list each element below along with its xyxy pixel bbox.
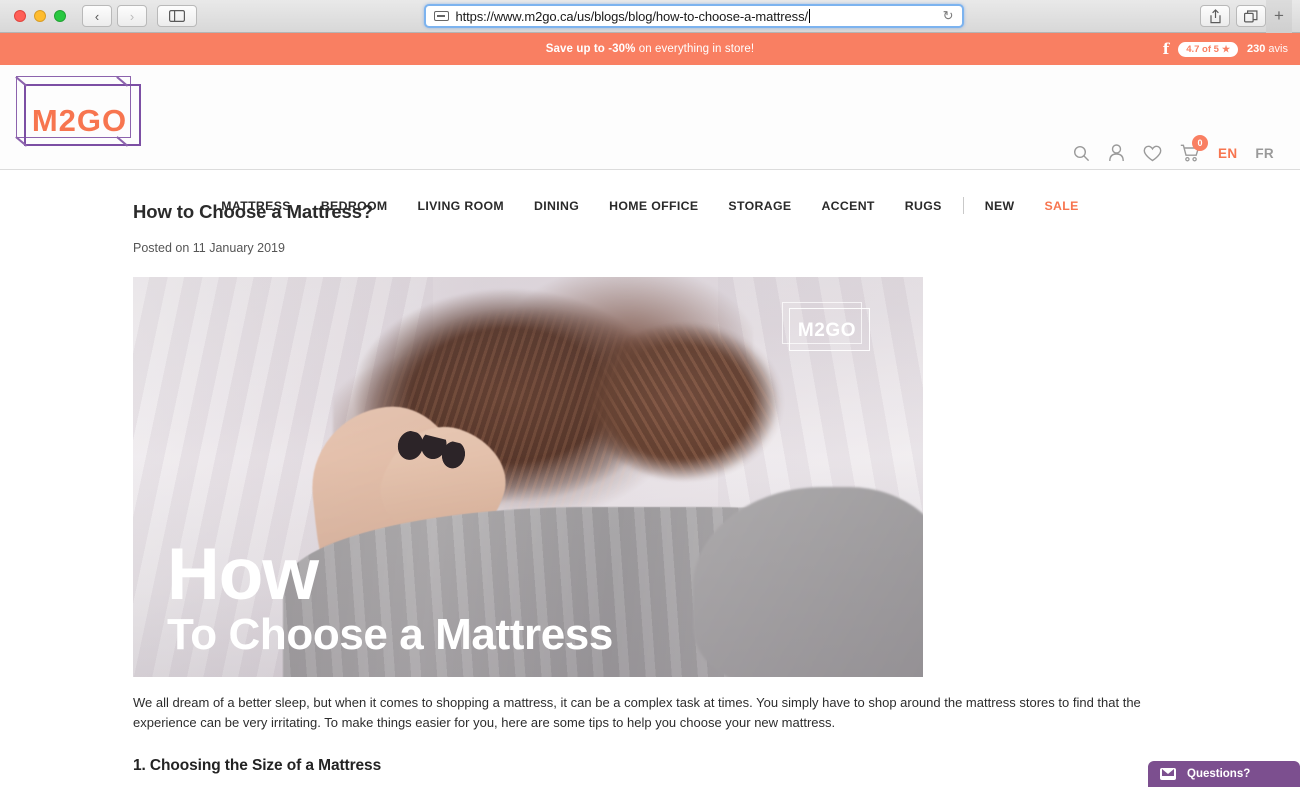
forward-icon: › xyxy=(129,8,135,24)
language-fr-button[interactable]: FR xyxy=(1255,146,1274,161)
maximize-window-button[interactable] xyxy=(54,10,66,22)
promo-reviews: f 4.7 of 5 ★ 230 avis xyxy=(1163,33,1288,65)
navigation-buttons: ‹ › xyxy=(82,5,147,27)
hero-watermark-logo: M2GO xyxy=(781,302,873,360)
url-text: https://www.m2go.ca/us/blogs/blog/how-to… xyxy=(455,8,809,24)
sidebar-toggle-button[interactable] xyxy=(157,5,197,27)
envelope-icon xyxy=(1160,768,1176,780)
hero-heading-line1: How xyxy=(167,534,319,616)
hero-image: M2GO How To Choose a Mattress xyxy=(133,277,923,677)
review-count: 230 avis xyxy=(1247,43,1288,55)
article-section-heading-1: 1. Choosing the Size of a Mattress xyxy=(133,757,382,775)
window-traffic-lights xyxy=(14,10,66,22)
tabs-icon xyxy=(1244,9,1258,23)
hero-heading: How To Choose a Mattress xyxy=(167,534,613,659)
new-tab-button[interactable]: + xyxy=(1266,0,1292,33)
article-date: Posted on 11 January 2019 xyxy=(133,241,285,255)
header-tools: 0 EN FR xyxy=(1073,135,1274,162)
browser-toolbar: ‹ › https://www.m2go.ca/us/blogs/blog/ho… xyxy=(0,0,1300,33)
chat-widget[interactable]: Questions? xyxy=(1148,761,1300,787)
reader-view-icon[interactable] xyxy=(433,11,449,21)
address-bar-container: https://www.m2go.ca/us/blogs/blog/how-to… xyxy=(197,4,1190,28)
rating-badge[interactable]: 4.7 of 5 ★ xyxy=(1178,41,1239,57)
promo-message: Save up to -30% on everything in store! xyxy=(546,43,754,55)
cart-icon[interactable]: 0 xyxy=(1180,135,1209,162)
sidebar-icon xyxy=(169,10,185,22)
rating-value: 4.7 of 5 xyxy=(1186,43,1219,55)
text-cursor xyxy=(808,9,810,23)
star-icon: ★ xyxy=(1221,43,1231,54)
language-en-button[interactable]: EN xyxy=(1218,146,1237,161)
logo-text: M2GO xyxy=(31,103,128,138)
share-button[interactable] xyxy=(1200,5,1230,27)
page-title: How to Choose a Mattress? xyxy=(133,201,374,222)
forward-button[interactable]: › xyxy=(117,5,147,27)
reload-icon[interactable]: ↻ xyxy=(943,8,954,24)
promo-banner: Save up to -30% on everything in store! … xyxy=(0,33,1300,65)
review-count-label: avis xyxy=(1265,43,1288,55)
facebook-icon[interactable]: f xyxy=(1163,41,1169,57)
close-window-button[interactable] xyxy=(14,10,26,22)
account-icon[interactable] xyxy=(1108,144,1125,162)
promo-discount: Save up to -30% xyxy=(545,43,636,55)
article-paragraph-1: We all dream of a better sleep, but when… xyxy=(133,695,1141,731)
search-icon[interactable] xyxy=(1073,145,1090,162)
share-icon xyxy=(1209,8,1221,23)
chat-widget-label: Questions? xyxy=(1187,768,1251,780)
back-icon: ‹ xyxy=(94,8,100,24)
show-tabs-button[interactable] xyxy=(1236,5,1266,27)
back-button[interactable]: ‹ xyxy=(82,5,112,27)
address-bar[interactable]: https://www.m2go.ca/us/blogs/blog/how-to… xyxy=(423,4,964,28)
site-header: M2GO 0 EN FR MATTRESS BEDROOM LIVING ROO… xyxy=(0,65,1300,214)
toolbar-right-actions xyxy=(1200,5,1266,27)
cart-count-badge: 0 xyxy=(1192,135,1209,151)
wishlist-icon[interactable] xyxy=(1143,145,1162,162)
site-logo[interactable]: M2GO xyxy=(14,76,145,158)
hero-heading-line2: To Choose a Mattress xyxy=(167,609,613,659)
hero-watermark-text: M2GO xyxy=(797,320,857,341)
new-tab-icon: + xyxy=(1274,6,1284,25)
minimize-window-button[interactable] xyxy=(34,10,46,22)
review-count-number: 230 xyxy=(1247,43,1266,55)
article-content: How to Choose a Mattress? Posted on 11 J… xyxy=(0,170,1300,787)
promo-rest: on everything in store! xyxy=(635,43,755,55)
